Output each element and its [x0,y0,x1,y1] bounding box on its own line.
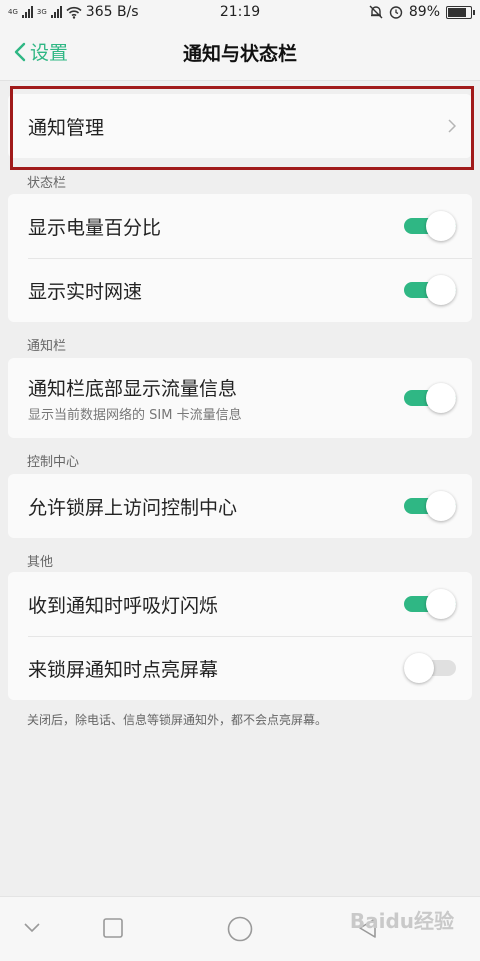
setting-label: 允许锁屏上访问控制中心 [28,496,238,519]
light-up-screen-toggle[interactable] [404,653,456,683]
setting-label: 收到通知时呼吸灯闪烁 [28,594,219,617]
setting-realtime-speed: 显示实时网速 [8,258,472,322]
bell-mute-icon [369,5,383,19]
battery-icon [446,5,475,19]
setting-breathing-light: 收到通知时呼吸灯闪烁 [8,572,472,636]
traffic-info-toggle[interactable] [404,383,456,413]
section-header-other: 其他 [27,555,54,570]
status-right: 89% [369,4,475,20]
breathing-light-toggle[interactable] [404,589,456,619]
section-header-notification-bar: 通知栏 [27,339,67,354]
setting-description: 显示当前数据网络的 SIM 卡流量信息 [28,407,242,423]
section-header-control-center: 控制中心 [27,455,80,470]
status-bar-settings-card: 显示电量百分比 显示实时网速 [8,194,472,322]
setting-label: 显示实时网速 [28,280,143,303]
notification-management-card: 通知管理 [8,94,472,158]
battery-percent-toggle[interactable] [404,211,456,241]
notification-bar-settings-card: 通知栏底部显示流量信息 显示当前数据网络的 SIM 卡流量信息 [8,358,472,438]
chevron-down-icon[interactable] [24,923,40,933]
setting-label: 显示电量百分比 [28,216,162,239]
setting-lockscreen-control: 允许锁屏上访问控制中心 [8,474,472,538]
other-settings-card: 收到通知时呼吸灯闪烁 来锁屏通知时点亮屏幕 [8,572,472,700]
watermark-text: Baidu经验 [349,909,454,933]
setting-label: 通知栏底部显示流量信息 [28,377,238,400]
realtime-speed-toggle[interactable] [404,275,456,305]
setting-battery-percent: 显示电量百分比 [8,194,472,258]
setting-label: 来锁屏通知时点亮屏幕 [28,658,219,681]
page-title: 通知与状态栏 [182,43,297,65]
recent-apps-icon[interactable] [103,918,123,938]
alarm-icon [389,6,403,19]
footer-note: 关闭后，除电话、信息等锁屏通知外，都不会点亮屏幕。 [27,713,328,727]
app-header: 设置 通知与状态栏 [0,24,480,81]
system-nav-bar: Baidu经验 [0,896,480,961]
home-circle-icon[interactable] [227,916,253,942]
status-bar: 4G 3G 365 B/s 21:19 89% [0,0,480,24]
chevron-right-icon [448,119,456,133]
battery-percent: 89% [408,4,440,20]
section-header-status-bar: 状态栏 [27,176,67,191]
setting-traffic-info: 通知栏底部显示流量信息 显示当前数据网络的 SIM 卡流量信息 [8,358,472,438]
notification-management-label: 通知管理 [28,116,105,139]
notification-management-item[interactable]: 通知管理 [8,94,472,158]
setting-light-up-screen: 来锁屏通知时点亮屏幕 [8,636,472,700]
control-center-settings-card: 允许锁屏上访问控制中心 [8,474,472,538]
lockscreen-control-toggle[interactable] [404,491,456,521]
